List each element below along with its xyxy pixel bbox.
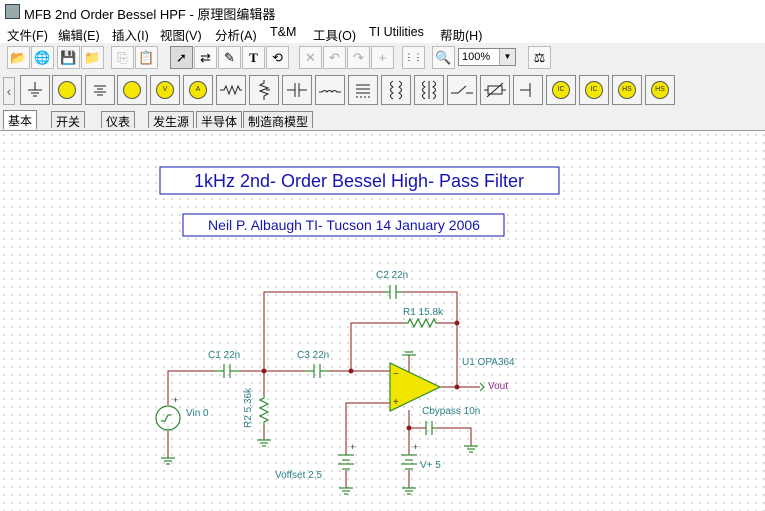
- svg-text:+: +: [173, 395, 178, 405]
- label-r1[interactable]: R1 15.8k: [403, 307, 444, 318]
- schematic-drawing: 1kHz 2nd- Order Bessel High- Pass Filter…: [155, 166, 560, 495]
- schematic-title[interactable]: 1kHz 2nd- Order Bessel High- Pass Filter: [194, 171, 524, 191]
- label-c3[interactable]: C3 22n: [297, 350, 329, 361]
- schematic-author[interactable]: Neil P. Albaugh TI- Tucson 14 January 20…: [208, 217, 480, 233]
- label-c1[interactable]: C1 22n: [208, 350, 240, 361]
- label-vin[interactable]: Vin 0: [186, 408, 209, 419]
- label-voffset[interactable]: Voffset 2.5: [275, 470, 323, 481]
- label-r2[interactable]: R2 5.36k: [243, 387, 254, 428]
- svg-text:+: +: [350, 442, 355, 452]
- opamp-plus: +: [393, 397, 399, 408]
- label-c2[interactable]: C2 22n: [376, 270, 408, 281]
- opamp-minus: −: [393, 369, 399, 380]
- label-vplus[interactable]: V+ 5: [420, 460, 441, 471]
- label-cbypass[interactable]: Cbypass 10n: [422, 406, 480, 417]
- label-vout[interactable]: Vout: [488, 381, 508, 392]
- label-u1[interactable]: U1 OPA364: [462, 357, 515, 368]
- svg-text:+: +: [413, 442, 418, 452]
